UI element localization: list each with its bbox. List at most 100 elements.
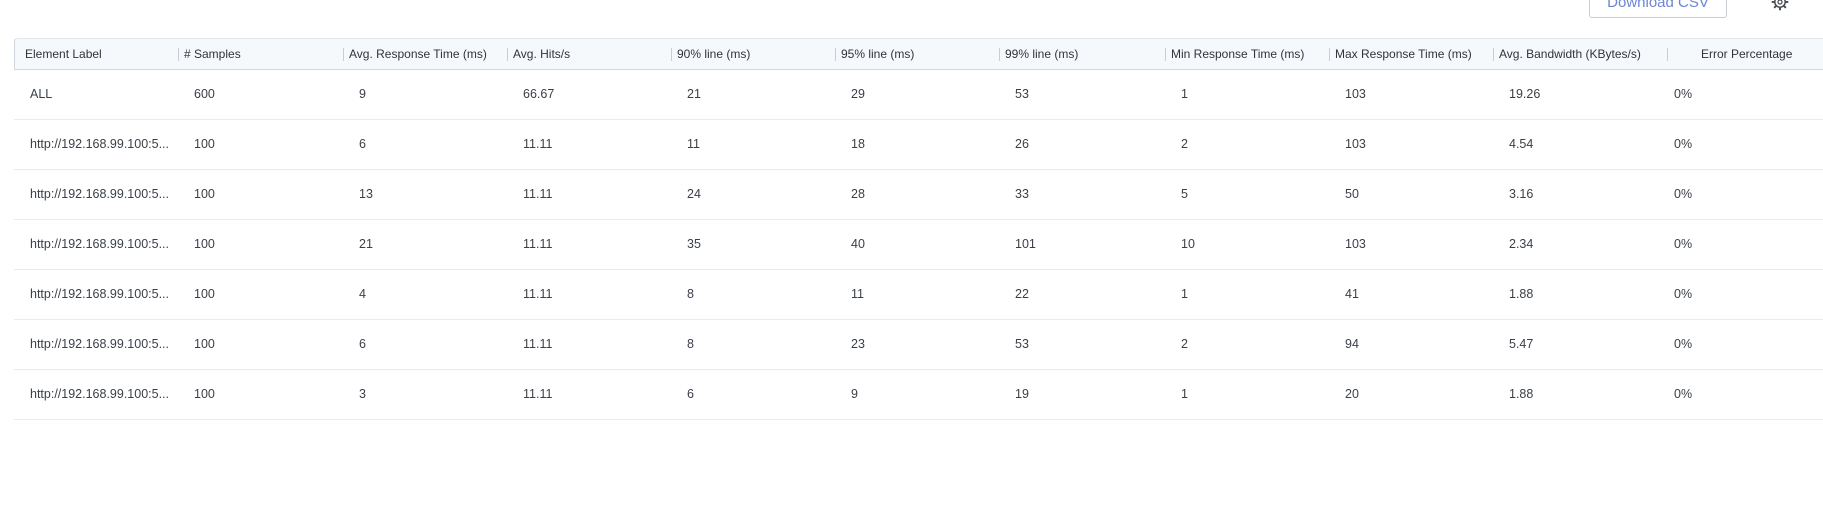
column-resize-handle[interactable] — [343, 48, 344, 61]
cell-max-response-time: 103 — [1345, 137, 1366, 151]
cell-samples: 600 — [194, 87, 215, 101]
cell-samples: 100 — [194, 387, 215, 401]
cell-min-response-time: 5 — [1181, 187, 1188, 201]
table-row[interactable]: http://192.168.99.100:5... 100 21 11.11 … — [14, 220, 1823, 270]
cell-avg-bandwidth: 1.88 — [1509, 387, 1534, 401]
cell-95-line: 9 — [851, 387, 858, 401]
column-header-samples[interactable]: # Samples — [184, 39, 241, 69]
gear-icon[interactable] — [1771, 0, 1789, 11]
table-row[interactable]: http://192.168.99.100:5... 100 6 11.11 8… — [14, 320, 1823, 370]
column-header-90-line[interactable]: 90% line (ms) — [677, 39, 750, 69]
cell-avg-response-time: 21 — [359, 237, 373, 251]
cell-99-line: 53 — [1015, 87, 1029, 101]
cell-90-line: 21 — [687, 87, 701, 101]
column-header-max-response-time[interactable]: Max Response Time (ms) — [1335, 39, 1472, 69]
cell-95-line: 23 — [851, 337, 865, 351]
cell-avg-hits: 11.11 — [523, 387, 553, 401]
cell-avg-response-time: 4 — [359, 287, 366, 301]
cell-95-line: 29 — [851, 87, 865, 101]
column-resize-handle[interactable] — [999, 48, 1000, 61]
cell-90-line: 11 — [687, 137, 700, 151]
column-resize-handle[interactable] — [1667, 48, 1668, 61]
cell-samples: 100 — [194, 137, 215, 151]
cell-max-response-time: 103 — [1345, 237, 1366, 251]
cell-min-response-time: 10 — [1181, 237, 1195, 251]
cell-error-percentage: 0% — [1674, 337, 1693, 351]
table-row[interactable]: http://192.168.99.100:5... 100 4 11.11 8… — [14, 270, 1823, 320]
table-row[interactable]: ALL 600 9 66.67 21 29 53 1 103 19.26 0% — [14, 70, 1823, 120]
cell-avg-response-time: 6 — [359, 337, 366, 351]
cell-samples: 100 — [194, 337, 215, 351]
cell-avg-bandwidth: 5.47 — [1509, 337, 1534, 351]
cell-avg-bandwidth: 2.34 — [1509, 237, 1534, 251]
cell-error-percentage: 0% — [1674, 387, 1693, 401]
column-resize-handle[interactable] — [835, 48, 836, 61]
cell-element-label: http://192.168.99.100:5... — [30, 387, 170, 401]
cell-max-response-time: 50 — [1345, 187, 1359, 201]
cell-avg-response-time: 13 — [359, 187, 373, 201]
column-header-avg-bandwidth[interactable]: Avg. Bandwidth (KBytes/s) — [1499, 39, 1641, 69]
cell-99-line: 26 — [1015, 137, 1029, 151]
cell-element-label: ALL — [30, 87, 53, 101]
cell-95-line: 11 — [851, 287, 864, 301]
cell-99-line: 33 — [1015, 187, 1029, 201]
cell-element-label: http://192.168.99.100:5... — [30, 337, 170, 351]
cell-90-line: 24 — [687, 187, 701, 201]
cell-avg-response-time: 6 — [359, 137, 366, 151]
cell-element-label: http://192.168.99.100:5... — [30, 287, 170, 301]
cell-avg-bandwidth: 3.16 — [1509, 187, 1534, 201]
cell-max-response-time: 41 — [1345, 287, 1359, 301]
column-resize-handle[interactable] — [1493, 48, 1494, 61]
cell-avg-hits: 66.67 — [523, 87, 555, 101]
cell-min-response-time: 1 — [1181, 387, 1188, 401]
cell-95-line: 40 — [851, 237, 865, 251]
cell-min-response-time: 2 — [1181, 137, 1188, 151]
cell-samples: 100 — [194, 287, 215, 301]
cell-99-line: 53 — [1015, 337, 1029, 351]
column-resize-handle[interactable] — [1165, 48, 1166, 61]
table-row[interactable]: http://192.168.99.100:5... 100 13 11.11 … — [14, 170, 1823, 220]
cell-min-response-time: 2 — [1181, 337, 1188, 351]
cell-90-line: 6 — [687, 387, 694, 401]
column-resize-handle[interactable] — [178, 48, 179, 61]
column-header-min-response-time[interactable]: Min Response Time (ms) — [1171, 39, 1304, 69]
cell-samples: 100 — [194, 237, 215, 251]
cell-avg-response-time: 9 — [359, 87, 366, 101]
column-header-avg-response-time[interactable]: Avg. Response Time (ms) — [349, 39, 487, 69]
column-header-95-line[interactable]: 95% line (ms) — [841, 39, 914, 69]
column-header-99-line[interactable]: 99% line (ms) — [1005, 39, 1078, 69]
cell-avg-hits: 11.11 — [523, 337, 553, 351]
cell-95-line: 28 — [851, 187, 865, 201]
cell-error-percentage: 0% — [1674, 237, 1693, 251]
column-header-avg-hits[interactable]: Avg. Hits/s — [513, 39, 570, 69]
statistics-table: Element Label # Samples Avg. Response Ti… — [14, 38, 1823, 420]
column-resize-handle[interactable] — [507, 48, 508, 61]
column-header-error-percentage[interactable]: Error Percentage — [1701, 39, 1792, 69]
cell-min-response-time: 1 — [1181, 87, 1188, 101]
cell-element-label: http://192.168.99.100:5... — [30, 237, 170, 251]
column-header-element-label[interactable]: Element Label — [25, 39, 102, 69]
cell-max-response-time: 94 — [1345, 337, 1359, 351]
cell-max-response-time: 20 — [1345, 387, 1359, 401]
cell-99-line: 19 — [1015, 387, 1029, 401]
cell-avg-hits: 11.11 — [523, 287, 553, 301]
statistics-page: Download CSV Element Label # Samples Avg… — [0, 0, 1823, 513]
column-resize-handle[interactable] — [1329, 48, 1330, 61]
cell-avg-bandwidth: 1.88 — [1509, 287, 1534, 301]
cell-90-line: 8 — [687, 287, 694, 301]
cell-avg-hits: 11.11 — [523, 237, 553, 251]
cell-95-line: 18 — [851, 137, 865, 151]
table-header: Element Label # Samples Avg. Response Ti… — [14, 38, 1823, 70]
cell-error-percentage: 0% — [1674, 287, 1693, 301]
cell-error-percentage: 0% — [1674, 187, 1693, 201]
cell-max-response-time: 103 — [1345, 87, 1366, 101]
table-row[interactable]: http://192.168.99.100:5... 100 3 11.11 6… — [14, 370, 1823, 420]
download-csv-button[interactable]: Download CSV — [1589, 0, 1727, 18]
column-resize-handle[interactable] — [671, 48, 672, 61]
cell-error-percentage: 0% — [1674, 137, 1693, 151]
cell-avg-hits: 11.11 — [523, 137, 553, 151]
table-row[interactable]: http://192.168.99.100:5... 100 6 11.11 1… — [14, 120, 1823, 170]
cell-99-line: 22 — [1015, 287, 1029, 301]
cell-90-line: 8 — [687, 337, 694, 351]
cell-99-line: 101 — [1015, 237, 1036, 251]
